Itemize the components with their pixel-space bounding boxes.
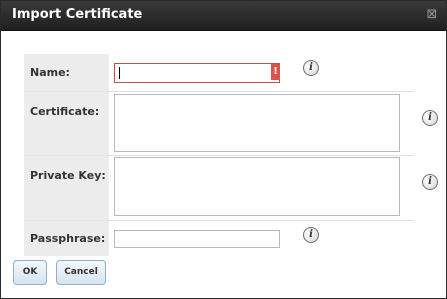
dialog-titlebar[interactable]: Import Certificate ⊠ bbox=[1, 1, 446, 31]
import-certificate-dialog: Import Certificate ⊠ Name: ! i Certifica… bbox=[0, 0, 447, 299]
cancel-button[interactable]: Cancel bbox=[56, 260, 106, 285]
name-label: Name: bbox=[24, 54, 109, 91]
passphrase-label: Passphrase: bbox=[24, 221, 109, 256]
certificate-label: Certificate: bbox=[24, 92, 109, 155]
ok-button[interactable]: OK bbox=[13, 260, 47, 285]
close-icon[interactable]: ⊠ bbox=[424, 7, 440, 23]
info-icon-passphrase[interactable]: i bbox=[303, 227, 319, 243]
dialog-title: Import Certificate bbox=[12, 7, 143, 22]
info-icon-name[interactable]: i bbox=[303, 60, 319, 76]
certificate-textarea[interactable] bbox=[114, 94, 400, 152]
name-input[interactable] bbox=[114, 63, 280, 83]
text-caret bbox=[119, 67, 120, 79]
private-key-textarea[interactable] bbox=[114, 157, 400, 216]
info-icon-private-key[interactable]: i bbox=[422, 174, 438, 190]
private-key-label: Private Key: bbox=[24, 156, 109, 220]
info-icon-certificate[interactable]: i bbox=[422, 110, 438, 126]
error-icon: ! bbox=[271, 64, 280, 80]
passphrase-input[interactable] bbox=[114, 230, 280, 248]
